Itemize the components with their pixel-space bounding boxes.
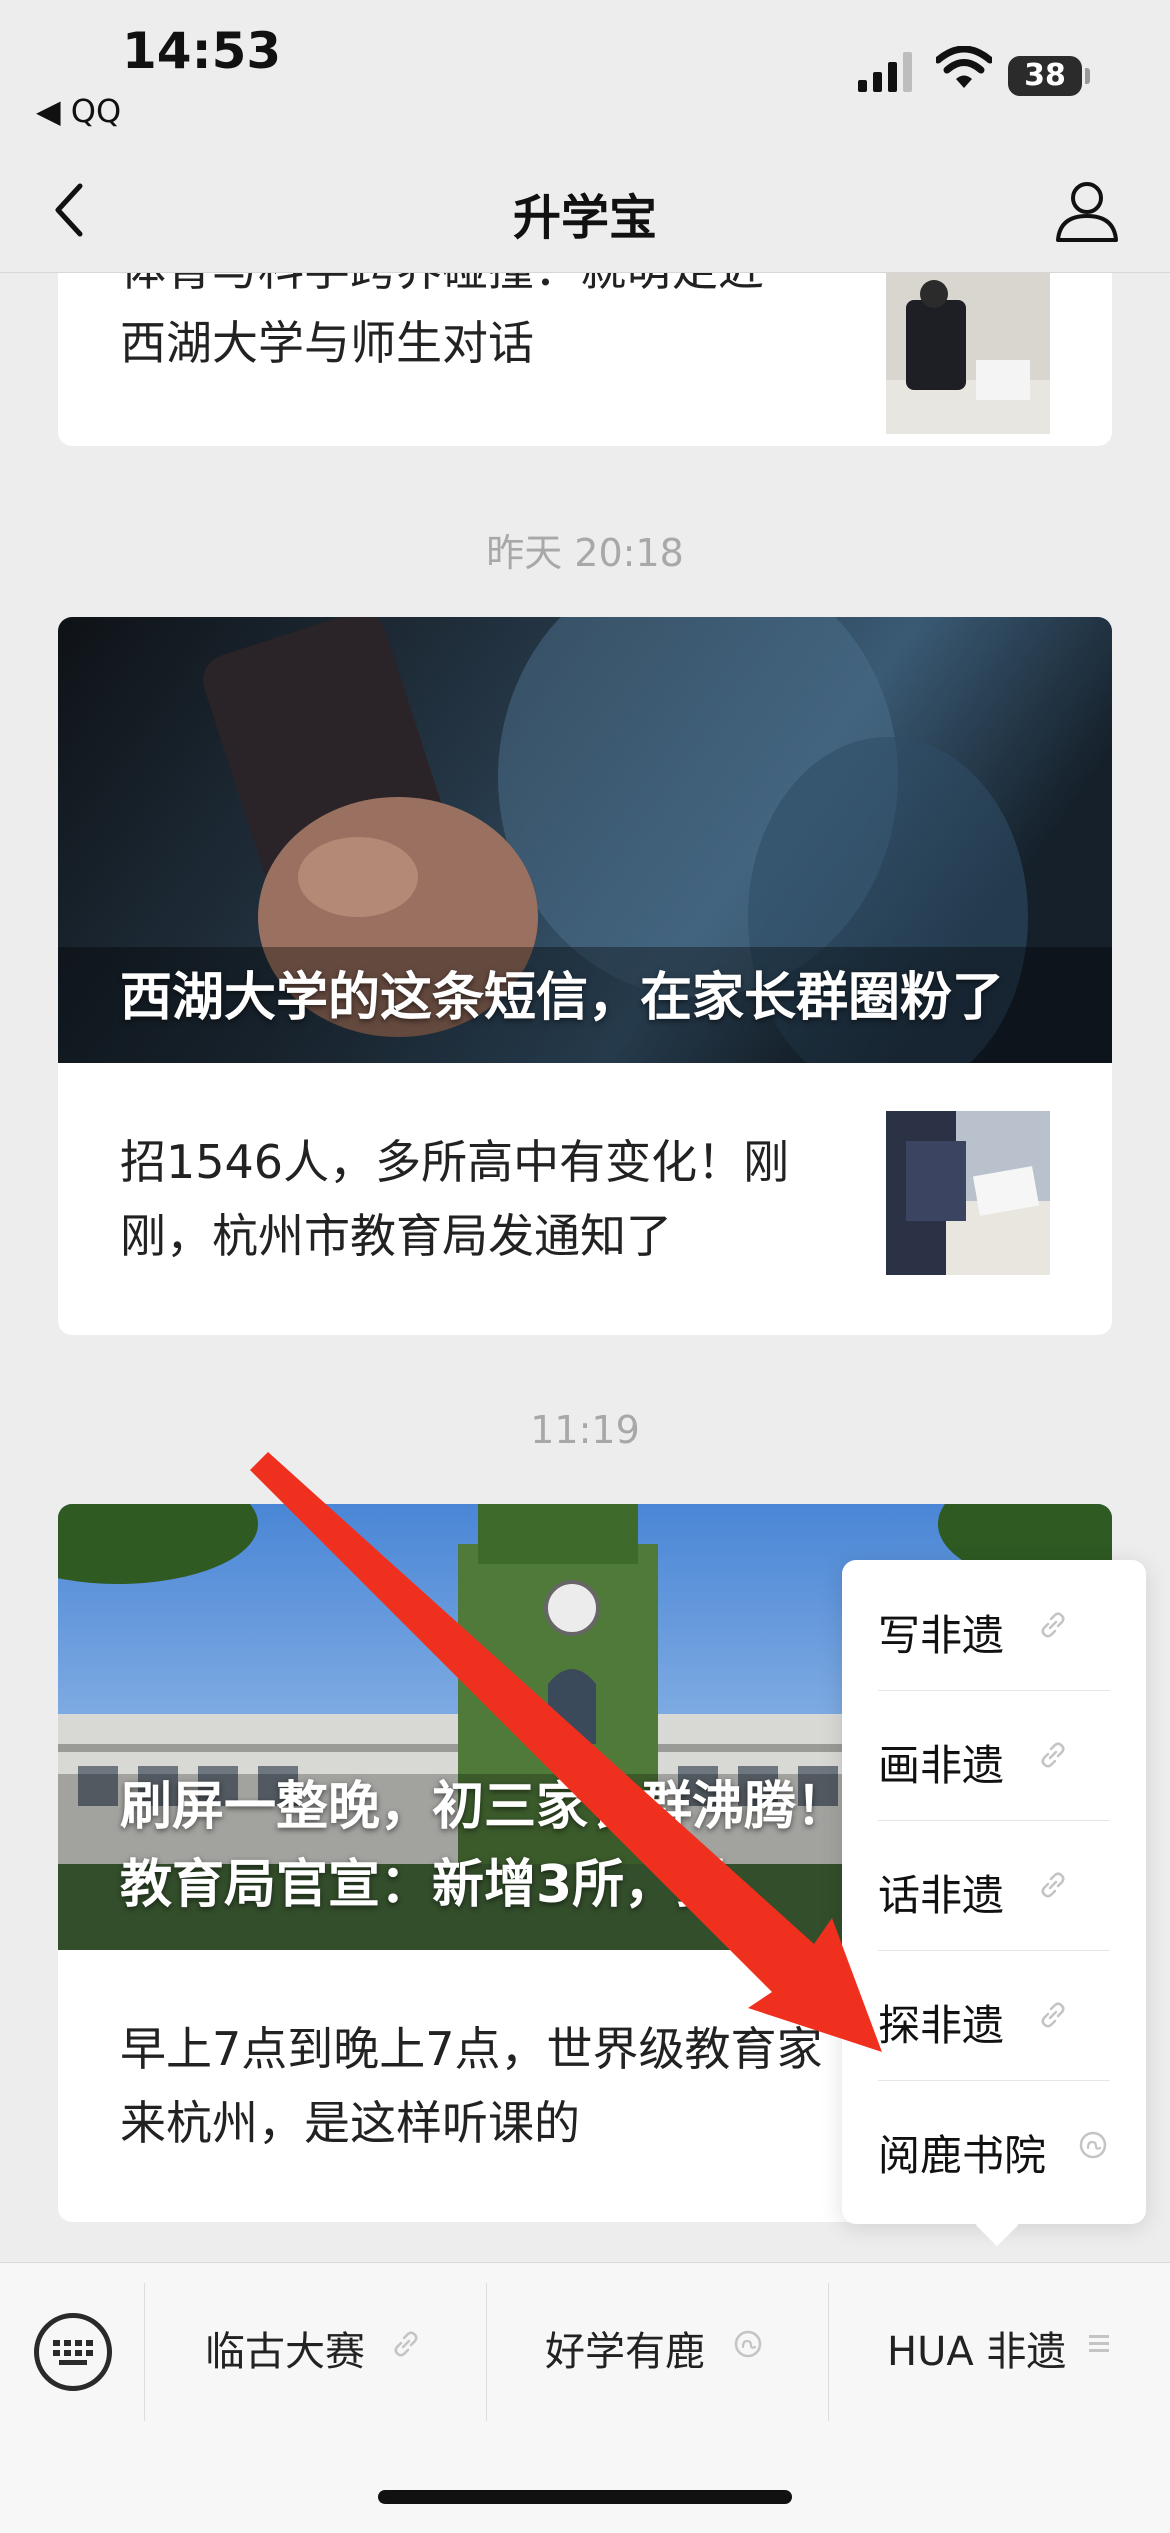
article-title-line: 西湖大学与师生对话	[120, 316, 534, 370]
article-hero[interactable]: 西湖大学的这条短信，在家长群圈粉了	[58, 617, 1112, 1063]
article-title-line: 体育与科学跨界碰撞：就萌走近	[120, 272, 840, 306]
popup-item-talk-heritage[interactable]: 话非遗	[878, 1820, 1110, 1951]
article-card-partial[interactable]: 体育与科学跨界碰撞：就萌走近 西湖大学与师生对话	[58, 272, 1112, 446]
message-time: 11:19	[530, 1408, 640, 1452]
popup-item-label: 探非遗	[878, 2001, 1005, 2050]
list-icon	[1089, 2335, 1109, 2352]
popup-item-label: 话非遗	[878, 1871, 1005, 1920]
battery-indicator: 38	[1008, 56, 1082, 96]
popup-item-label: 画非遗	[878, 1741, 1005, 1790]
mini-program-icon	[1079, 2131, 1107, 2159]
popup-item-write-heritage[interactable]: 写非遗	[878, 1560, 1110, 1691]
bottom-menu-label: 临古大赛	[205, 2329, 365, 2375]
bottom-menu-good-study[interactable]: 好学有鹿	[487, 2263, 827, 2443]
keyboard-icon	[53, 2340, 93, 2365]
popup-item-read-academy[interactable]: 阅鹿书院	[878, 2080, 1110, 2210]
bottom-menu-label: 好学有鹿	[545, 2329, 705, 2375]
popup-item-explore-heritage[interactable]: 探非遗	[878, 1950, 1110, 2081]
bottom-menu-label: HUA 非遗	[887, 2329, 1067, 2375]
link-icon	[1041, 1742, 1065, 1768]
link-icon	[1041, 2002, 1065, 2028]
popup-item-label: 写非遗	[878, 1611, 1005, 1660]
link-icon	[1041, 1612, 1065, 1638]
bottom-menu-lingu-contest[interactable]: 临古大赛	[145, 2263, 485, 2443]
article-title-partial: 体育与科学跨界碰撞：就萌走近 西湖大学与师生对话	[120, 272, 840, 380]
back-to-qq-link[interactable]: ◀ QQ	[36, 92, 121, 130]
profile-icon[interactable]	[1052, 176, 1122, 246]
status-time: 14:53	[122, 22, 282, 80]
bottom-menu-hua-heritage[interactable]: HUA 非遗	[829, 2263, 1170, 2443]
popup-item-draw-heritage[interactable]: 画非遗	[878, 1690, 1110, 1821]
article-thumbnail	[886, 1111, 1050, 1275]
article-thumbnail	[886, 272, 1050, 434]
keyboard-toggle-icon[interactable]	[34, 2313, 112, 2391]
article-sub-title: 早上7点到晚上7点，世界级教育家来杭州，是这样听课的	[120, 2022, 823, 2150]
article-card: 西湖大学的这条短信，在家长群圈粉了 招1546人，多所高中有变化！刚刚，杭州市教…	[58, 617, 1112, 1335]
wifi-icon	[936, 46, 992, 88]
article-hero-title: 西湖大学的这条短信，在家长群圈粉了	[120, 968, 1005, 1028]
mini-program-icon	[734, 2330, 762, 2358]
link-icon	[1041, 1872, 1065, 1898]
battery-tip	[1085, 68, 1090, 84]
article-sub-item[interactable]: 招1546人，多所高中有变化！刚刚，杭州市教育局发通知了	[58, 1063, 1112, 1335]
cellular-signal-icon	[858, 52, 912, 92]
navigation-bar: 升学宝	[0, 150, 1170, 273]
article-sub-title: 招1546人，多所高中有变化！刚刚，杭州市教育局发通知了	[120, 1135, 790, 1263]
page-title: 升学宝	[512, 190, 657, 246]
status-bar: 14:53 ◀ QQ 38	[0, 0, 1170, 150]
home-indicator	[378, 2490, 792, 2504]
message-time: 昨天 20:18	[486, 531, 684, 575]
popup-item-label: 阅鹿书院	[878, 2131, 1047, 2180]
link-icon	[394, 2331, 418, 2357]
sub-menu-popup: 写非遗 画非遗 话非遗 探非遗 阅鹿书院	[842, 1560, 1146, 2224]
